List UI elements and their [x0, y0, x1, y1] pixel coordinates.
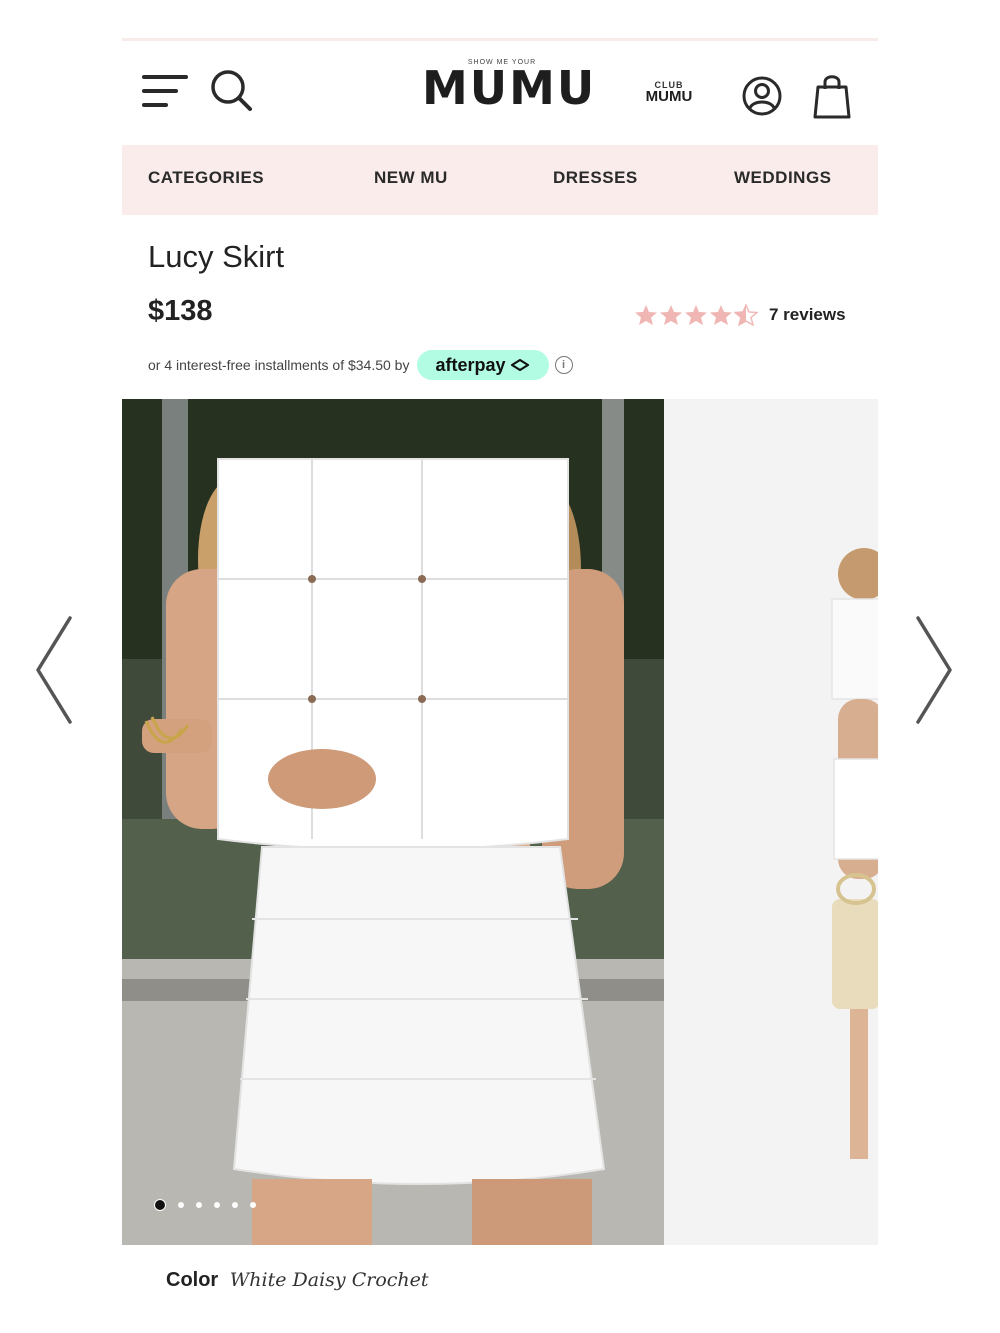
carousel-dot[interactable] [232, 1202, 238, 1208]
carousel-dot[interactable] [178, 1202, 184, 1208]
carousel-dot[interactable] [196, 1202, 202, 1208]
product-price: $138 [148, 295, 213, 327]
site-logo[interactable]: SHOW ME YOUR MUMU [422, 59, 597, 115]
star-icon [685, 305, 707, 325]
account-icon[interactable] [740, 74, 784, 118]
product-title: Lucy Skirt [148, 239, 285, 274]
star-icon [660, 305, 682, 325]
category-nav: CATEGORIES NEW MU DRESSES WEDDINGS [122, 145, 878, 215]
installments-text: or 4 interest-free installments of $34.5… [148, 357, 410, 373]
club-label-main: MUMU [645, 88, 693, 105]
logo-wordmark: MUMU [422, 61, 597, 115]
star-icon [710, 305, 732, 325]
info-icon[interactable]: i [554, 356, 573, 374]
nav-item-weddings[interactable]: WEDDINGS [734, 145, 832, 215]
afterpay-badge[interactable]: afterpay [417, 350, 549, 380]
product-image-carousel[interactable] [122, 399, 878, 1245]
chevron-left-icon[interactable] [24, 610, 84, 730]
star-rating [634, 304, 759, 326]
nav-item-dresses[interactable]: DRESSES [553, 145, 638, 215]
afterpay-label: afterpay [435, 354, 506, 375]
color-value: White Daisy Crochet [229, 1269, 429, 1291]
review-count-link[interactable]: 7 reviews [769, 305, 846, 325]
nav-item-categories[interactable]: CATEGORIES [148, 145, 264, 215]
menu-icon[interactable] [142, 75, 190, 111]
star-icon [635, 305, 657, 325]
chevron-right-icon[interactable] [904, 610, 964, 730]
site-header: SHOW ME YOUR MUMU CLUB MUMU [122, 41, 878, 145]
product-photo-main[interactable] [122, 399, 664, 1245]
shopping-bag-icon[interactable] [810, 71, 854, 121]
color-label: Color [166, 1269, 219, 1291]
carousel-dot[interactable] [154, 1199, 166, 1211]
product-photo-secondary[interactable] [664, 399, 878, 1245]
carousel-dot[interactable] [214, 1202, 220, 1208]
color-selector-label: Color White Daisy Crochet [166, 1269, 429, 1292]
club-mumu-link[interactable]: CLUB MUMU [636, 79, 702, 105]
carousel-dots [154, 1199, 268, 1211]
half-star-icon [734, 304, 758, 326]
product-rating[interactable]: 7 reviews [634, 303, 846, 327]
installments-row: or 4 interest-free installments of $34.5… [148, 349, 573, 381]
afterpay-logo-icon [510, 358, 529, 372]
phone-screen: SHOW ME YOUR MUMU CLUB MUMU CATEGORIES N… [122, 38, 878, 1303]
nav-item-new-mu[interactable]: NEW MU [374, 145, 448, 215]
carousel-dot[interactable] [250, 1202, 256, 1208]
search-icon[interactable] [208, 67, 256, 115]
